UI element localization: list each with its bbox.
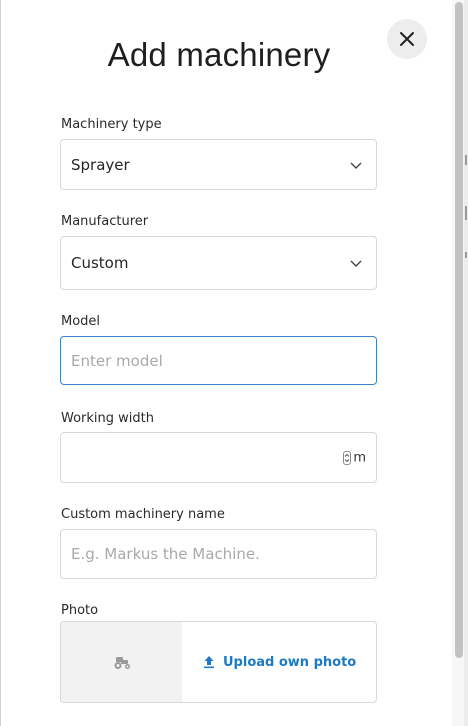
close-button[interactable] bbox=[387, 19, 427, 59]
model-label: Model bbox=[61, 314, 101, 329]
custom-name-input[interactable]: E.g. Markus the Machine. bbox=[60, 529, 377, 579]
custom-name-placeholder: E.g. Markus the Machine. bbox=[71, 545, 260, 563]
photo-upload-area: Upload own photo bbox=[60, 621, 377, 703]
stepper-icon[interactable] bbox=[343, 450, 351, 465]
window-edge-left bbox=[0, 0, 1, 726]
dialog-title: Add machinery bbox=[107, 36, 331, 73]
custom-name-label: Custom machinery name bbox=[61, 507, 225, 522]
scrollbar-thumb[interactable] bbox=[455, 2, 463, 658]
upload-photo-button[interactable]: Upload own photo bbox=[203, 622, 363, 702]
chevron-down-icon bbox=[350, 162, 362, 169]
working-width-label: Working width bbox=[61, 411, 154, 426]
manufacturer-label: Manufacturer bbox=[61, 214, 149, 229]
tractor-icon bbox=[114, 657, 130, 669]
upload-icon bbox=[204, 656, 214, 669]
machinery-type-select[interactable]: Sprayer bbox=[60, 139, 377, 190]
machinery-type-label: Machinery type bbox=[61, 117, 162, 132]
photo-thumbnail bbox=[61, 622, 182, 702]
add-machinery-dialog: Add machinery Machinery type Sprayer Man… bbox=[0, 0, 468, 726]
manufacturer-value: Custom bbox=[71, 254, 129, 272]
working-width-input[interactable]: m bbox=[60, 432, 377, 483]
photo-label: Photo bbox=[61, 603, 99, 618]
working-width-unit: m bbox=[353, 450, 366, 465]
chevron-down-icon bbox=[350, 260, 362, 267]
close-icon bbox=[400, 32, 414, 46]
model-placeholder: Enter model bbox=[71, 351, 163, 370]
model-input[interactable]: Enter model bbox=[60, 336, 377, 385]
upload-photo-label: Upload own photo bbox=[223, 654, 357, 670]
background-page-edge bbox=[464, 0, 468, 726]
manufacturer-select[interactable]: Custom bbox=[60, 236, 377, 290]
machinery-type-value: Sprayer bbox=[71, 155, 130, 174]
